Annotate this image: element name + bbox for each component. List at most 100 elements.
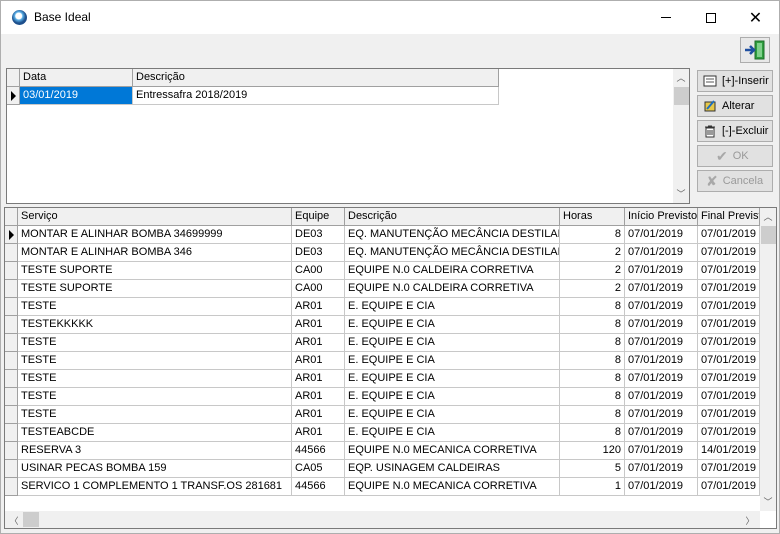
cell-inicio-previsto[interactable]: 07/01/2019 — [625, 262, 698, 280]
cell-descricao[interactable]: E. EQUIPE E CIA — [345, 316, 560, 334]
cell-final-previsto[interactable]: 14/01/2019 — [698, 442, 760, 460]
cell-inicio-previsto[interactable]: 07/01/2019 — [625, 316, 698, 334]
cell-final-previsto[interactable]: 07/01/2019 — [698, 424, 760, 442]
cell-inicio-previsto[interactable]: 07/01/2019 — [625, 406, 698, 424]
delete-button[interactable]: [-]-Excluir — [697, 120, 773, 142]
cell-equipe[interactable]: AR01 — [292, 352, 345, 370]
cell-inicio-previsto[interactable]: 07/01/2019 — [625, 244, 698, 262]
cell-final-previsto[interactable]: 07/01/2019 — [698, 316, 760, 334]
cell-descricao[interactable]: EQ. MANUTENÇÃO MECÂNCIA DESTILAR — [345, 226, 560, 244]
cell-servico[interactable]: TESTE — [18, 406, 292, 424]
cell-final-previsto[interactable]: 07/01/2019 — [698, 388, 760, 406]
cancel-button[interactable]: ✘ Cancela — [697, 170, 773, 192]
scroll-left-icon[interactable]: 〈 — [6, 514, 22, 527]
cell-servico[interactable]: TESTE — [18, 298, 292, 316]
cell-equipe[interactable]: CA00 — [292, 280, 345, 298]
cell-servico[interactable]: TESTE — [18, 352, 292, 370]
cell-inicio-previsto[interactable]: 07/01/2019 — [625, 388, 698, 406]
services-horizontal-scrollbar[interactable]: 〈 〉 — [5, 511, 760, 528]
close-button[interactable]: ✕ — [733, 1, 778, 34]
cell-descricao[interactable]: EQUIPE N.0 MECANICA CORRETIVA — [345, 478, 560, 496]
cell-final-previsto[interactable]: 07/01/2019 — [698, 370, 760, 388]
cell-equipe[interactable]: AR01 — [292, 388, 345, 406]
cell-final-previsto[interactable]: 07/01/2019 — [698, 406, 760, 424]
cell-equipe[interactable]: AR01 — [292, 298, 345, 316]
col-header-descricao[interactable]: Descrição — [133, 69, 499, 87]
cell-descricao[interactable]: E. EQUIPE E CIA — [345, 424, 560, 442]
cell-final-previsto[interactable]: 07/01/2019 — [698, 460, 760, 478]
cell-descricao[interactable]: EQUIPE N.0 CALDEIRA CORRETIVA — [345, 280, 560, 298]
cell-descricao[interactable]: Entressafra 2018/2019 — [133, 87, 499, 105]
cell-descricao[interactable]: EQUIPE N.0 CALDEIRA CORRETIVA — [345, 262, 560, 280]
cell-horas[interactable]: 1 — [560, 478, 625, 496]
cell-inicio-previsto[interactable]: 07/01/2019 — [625, 334, 698, 352]
col-header-servico[interactable]: Serviço — [18, 208, 292, 226]
cell-equipe[interactable]: CA05 — [292, 460, 345, 478]
cell-equipe[interactable]: DE03 — [292, 226, 345, 244]
cell-horas[interactable]: 2 — [560, 244, 625, 262]
scroll-thumb[interactable] — [674, 87, 689, 105]
exit-button[interactable] — [740, 37, 770, 63]
cell-inicio-previsto[interactable]: 07/01/2019 — [625, 370, 698, 388]
cell-descricao[interactable]: E. EQUIPE E CIA — [345, 298, 560, 316]
cell-equipe[interactable]: AR01 — [292, 334, 345, 352]
cell-servico[interactable]: MONTAR E ALINHAR BOMBA 346 — [18, 244, 292, 262]
scroll-thumb[interactable] — [23, 512, 39, 527]
cell-inicio-previsto[interactable]: 07/01/2019 — [625, 424, 698, 442]
cell-inicio-previsto[interactable]: 07/01/2019 — [625, 478, 698, 496]
cell-horas[interactable]: 8 — [560, 406, 625, 424]
col-header-descricao[interactable]: Descrição — [345, 208, 560, 226]
cell-final-previsto[interactable]: 07/01/2019 — [698, 298, 760, 316]
maximize-button[interactable] — [688, 1, 733, 34]
cell-final-previsto[interactable]: 07/01/2019 — [698, 334, 760, 352]
cell-final-previsto[interactable]: 07/01/2019 — [698, 352, 760, 370]
minimize-button[interactable] — [643, 1, 688, 34]
col-header-equipe[interactable]: Equipe — [292, 208, 345, 226]
cell-horas[interactable]: 2 — [560, 280, 625, 298]
cell-horas[interactable]: 8 — [560, 298, 625, 316]
scroll-up-icon[interactable]: ︿ — [673, 71, 689, 84]
periods-grid[interactable]: Data Descrição 03/01/2019 Entressafra 20… — [6, 68, 690, 204]
services-grid[interactable]: Serviço Equipe Descrição Horas Início Pr… — [4, 207, 777, 529]
insert-button[interactable]: [+]-Inserir — [697, 70, 773, 92]
cell-servico[interactable]: TESTE SUPORTE — [18, 262, 292, 280]
cell-descricao[interactable]: E. EQUIPE E CIA — [345, 406, 560, 424]
cell-descricao[interactable]: E. EQUIPE E CIA — [345, 388, 560, 406]
cell-data[interactable]: 03/01/2019 — [20, 87, 133, 105]
cell-equipe[interactable]: AR01 — [292, 406, 345, 424]
cell-descricao[interactable]: EQP. USINAGEM CALDEIRAS — [345, 460, 560, 478]
scroll-right-icon[interactable]: 〉 — [742, 514, 758, 527]
cell-servico[interactable]: USINAR PECAS BOMBA 159 — [18, 460, 292, 478]
cell-servico[interactable]: TESTEABCDE — [18, 424, 292, 442]
cell-final-previsto[interactable]: 07/01/2019 — [698, 226, 760, 244]
cell-horas[interactable]: 5 — [560, 460, 625, 478]
cell-horas[interactable]: 8 — [560, 424, 625, 442]
periods-vertical-scrollbar[interactable]: ︿ ﹀ — [673, 69, 689, 203]
cell-descricao[interactable]: E. EQUIPE E CIA — [345, 334, 560, 352]
cell-servico[interactable]: TESTE — [18, 334, 292, 352]
col-header-final-previsto[interactable]: Final Previsto — [698, 208, 760, 226]
cell-horas[interactable]: 120 — [560, 442, 625, 460]
cell-servico[interactable]: MONTAR E ALINHAR BOMBA 34699999 — [18, 226, 292, 244]
col-header-inicio-previsto[interactable]: Início Previsto — [625, 208, 698, 226]
cell-horas[interactable]: 8 — [560, 226, 625, 244]
cell-inicio-previsto[interactable]: 07/01/2019 — [625, 280, 698, 298]
cell-equipe[interactable]: AR01 — [292, 316, 345, 334]
cell-final-previsto[interactable]: 07/01/2019 — [698, 478, 760, 496]
cell-inicio-previsto[interactable]: 07/01/2019 — [625, 460, 698, 478]
cell-inicio-previsto[interactable]: 07/01/2019 — [625, 352, 698, 370]
ok-button[interactable]: ✔ OK — [697, 145, 773, 167]
cell-servico[interactable]: RESERVA 3 — [18, 442, 292, 460]
cell-descricao[interactable]: E. EQUIPE E CIA — [345, 370, 560, 388]
cell-servico[interactable]: SERVICO 1 COMPLEMENTO 1 TRANSF.OS 281681 — [18, 478, 292, 496]
cell-servico[interactable]: TESTEKKKKK — [18, 316, 292, 334]
cell-horas[interactable]: 2 — [560, 262, 625, 280]
services-vertical-scrollbar[interactable]: ︿ ﹀ — [760, 208, 776, 511]
scroll-thumb[interactable] — [761, 226, 776, 244]
cell-servico[interactable]: TESTE — [18, 370, 292, 388]
cell-descricao[interactable]: EQ. MANUTENÇÃO MECÂNCIA DESTILAR — [345, 244, 560, 262]
cell-equipe[interactable]: 44566 — [292, 478, 345, 496]
cell-inicio-previsto[interactable]: 07/01/2019 — [625, 442, 698, 460]
cell-horas[interactable]: 8 — [560, 352, 625, 370]
cell-equipe[interactable]: AR01 — [292, 370, 345, 388]
